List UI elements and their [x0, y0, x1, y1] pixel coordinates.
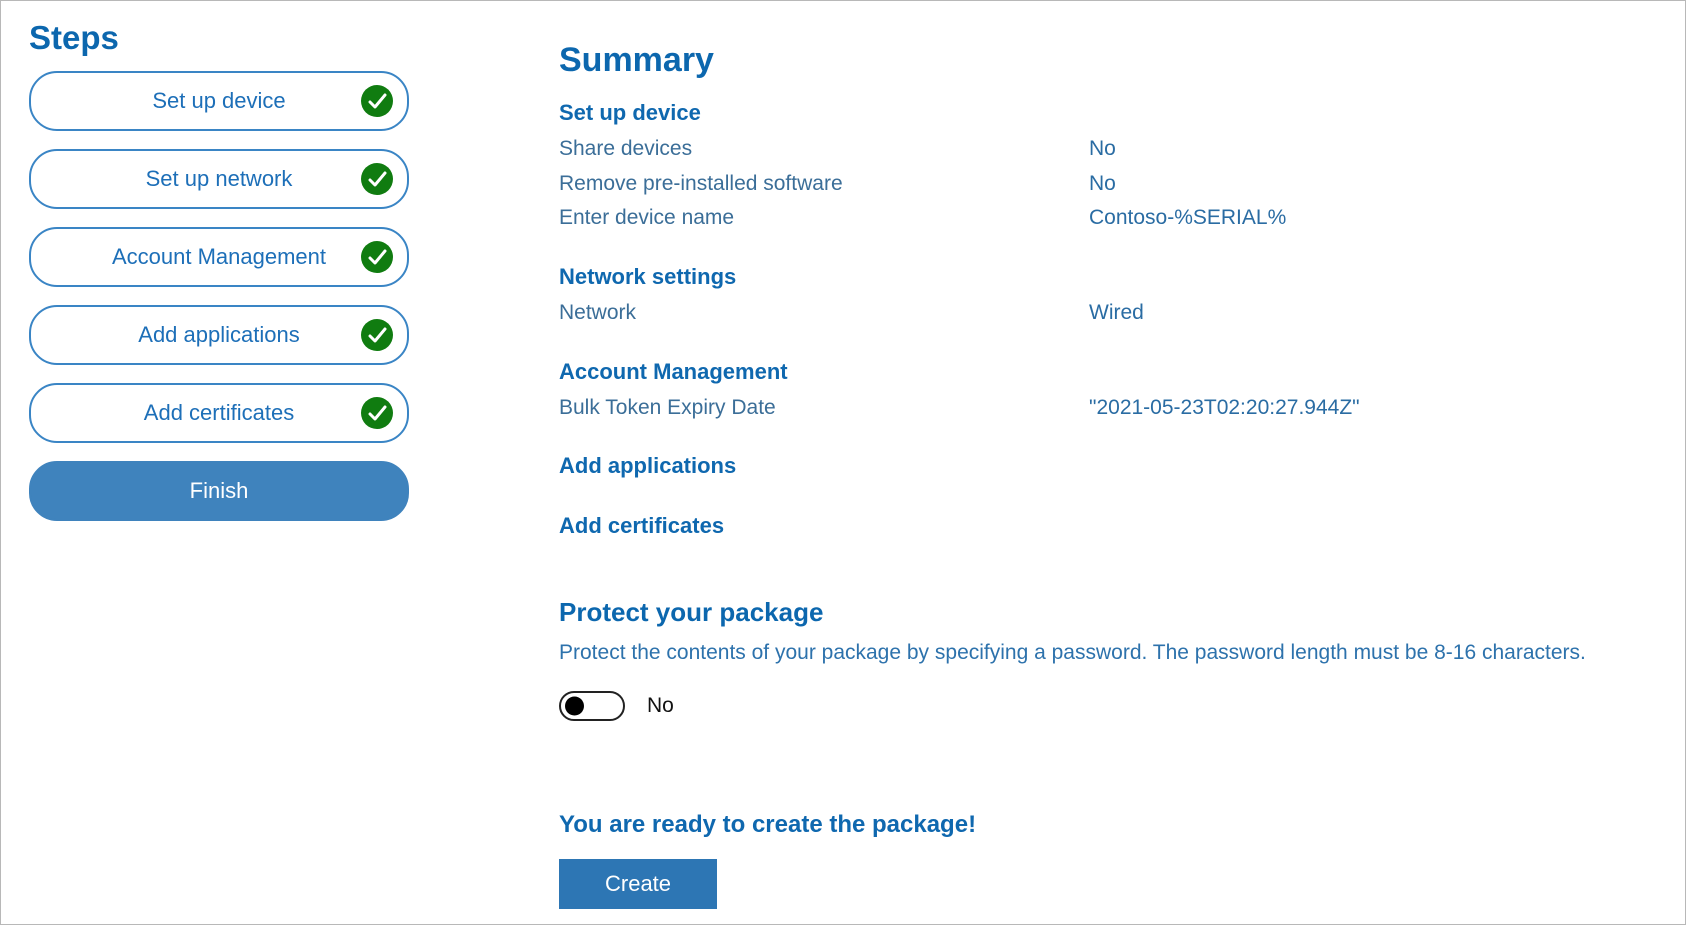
- section-heading-network: Network settings: [559, 264, 1657, 290]
- checkmark-icon: [361, 85, 393, 117]
- summary-value: Contoso-%SERIAL%: [1089, 201, 1286, 236]
- summary-row-device-name: Enter device name Contoso-%SERIAL%: [559, 201, 1657, 236]
- step-label: Account Management: [112, 244, 326, 269]
- steps-heading: Steps: [29, 19, 409, 57]
- protect-toggle[interactable]: [559, 691, 625, 721]
- step-label: Set up device: [152, 88, 285, 113]
- summary-value: Wired: [1089, 296, 1144, 331]
- summary-row-remove-software: Remove pre-installed software No: [559, 167, 1657, 202]
- checkmark-icon: [361, 397, 393, 429]
- protect-description: Protect the contents of your package by …: [559, 638, 1657, 668]
- summary-panel: Summary Set up device Share devices No R…: [559, 19, 1657, 906]
- section-heading-certs: Add certificates: [559, 513, 1657, 539]
- section-heading-device: Set up device: [559, 100, 1657, 126]
- summary-heading: Summary: [559, 41, 1657, 80]
- summary-key: Remove pre-installed software: [559, 167, 1089, 202]
- summary-row-share-devices: Share devices No: [559, 132, 1657, 167]
- step-set-up-device[interactable]: Set up device: [29, 71, 409, 131]
- checkmark-icon: [361, 163, 393, 195]
- summary-row-network: Network Wired: [559, 296, 1657, 331]
- summary-value: No: [1089, 132, 1116, 167]
- section-heading-account: Account Management: [559, 359, 1657, 385]
- step-label: Set up network: [146, 166, 293, 191]
- summary-value: "2021-05-23T02:20:27.944Z": [1089, 391, 1360, 426]
- protect-heading: Protect your package: [559, 597, 1657, 628]
- summary-key: Network: [559, 296, 1089, 331]
- protect-toggle-label: No: [647, 694, 674, 718]
- ready-text: You are ready to create the package!: [559, 811, 1657, 839]
- step-label: Finish: [190, 478, 249, 503]
- section-heading-apps: Add applications: [559, 453, 1657, 479]
- summary-value: No: [1089, 167, 1116, 202]
- checkmark-icon: [361, 241, 393, 273]
- step-set-up-network[interactable]: Set up network: [29, 149, 409, 209]
- step-label: Add certificates: [144, 400, 294, 425]
- steps-panel: Steps Set up device Set up network Accou…: [29, 19, 409, 906]
- summary-key: Share devices: [559, 132, 1089, 167]
- protect-toggle-row: No: [559, 691, 1657, 721]
- toggle-knob: [565, 696, 584, 715]
- summary-key: Enter device name: [559, 201, 1089, 236]
- summary-row-token-expiry: Bulk Token Expiry Date "2021-05-23T02:20…: [559, 391, 1657, 426]
- summary-key: Bulk Token Expiry Date: [559, 391, 1089, 426]
- step-add-applications[interactable]: Add applications: [29, 305, 409, 365]
- step-account-management[interactable]: Account Management: [29, 227, 409, 287]
- create-button[interactable]: Create: [559, 859, 717, 909]
- checkmark-icon: [361, 319, 393, 351]
- step-label: Add applications: [138, 322, 299, 347]
- step-finish[interactable]: Finish: [29, 461, 409, 521]
- step-add-certificates[interactable]: Add certificates: [29, 383, 409, 443]
